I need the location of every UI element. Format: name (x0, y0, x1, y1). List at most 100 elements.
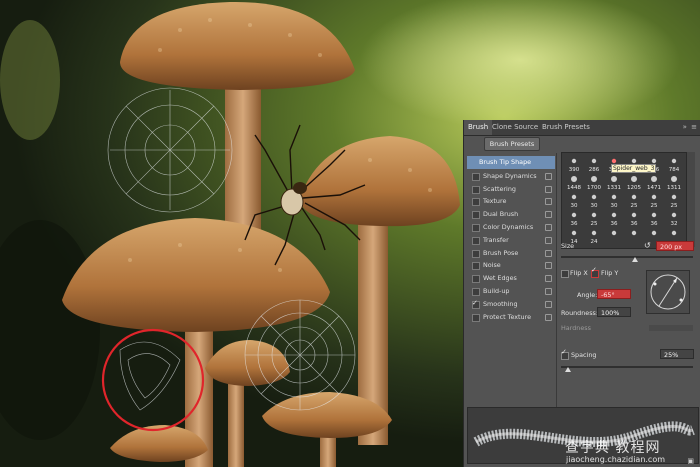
brush-thumbnail[interactable] (651, 212, 657, 218)
spacing-checkbox[interactable] (561, 348, 569, 360)
new-brush-icon[interactable]: ▣ (687, 457, 694, 465)
list-item-dual-brush[interactable]: Dual Brush (467, 208, 555, 221)
grid-scrollbar[interactable] (687, 152, 695, 247)
flip-y-checkbox[interactable] (591, 266, 599, 278)
lock-icon[interactable] (545, 249, 552, 257)
hardness-label: Hardness (561, 324, 591, 332)
checkbox[interactable] (472, 236, 480, 245)
tab-clone-source[interactable]: Clone Source (488, 120, 542, 135)
brush-thumbnail[interactable] (671, 158, 677, 164)
brush-thumbnail[interactable] (631, 176, 637, 182)
list-item-transfer[interactable]: Transfer (467, 234, 555, 247)
brush-thumbnail[interactable] (571, 176, 577, 182)
spacing-slider-handle[interactable] (564, 367, 571, 372)
list-item-brush-tip-shape[interactable]: Brush Tip Shape (467, 156, 555, 169)
brush-size-label: 390 (569, 167, 580, 173)
brush-thumbnail[interactable] (571, 158, 577, 164)
flip-x-checkbox[interactable] (561, 270, 569, 278)
brush-size-label: 36 (611, 221, 618, 227)
list-item-label: Brush Pose (483, 248, 519, 257)
checkbox[interactable] (472, 172, 480, 181)
list-item-wet-edges[interactable]: Wet Edges (467, 272, 555, 285)
brush-thumbnail[interactable] (671, 194, 677, 200)
list-item-brush-pose[interactable]: Brush Pose (467, 247, 555, 260)
list-item-build-up[interactable]: Build-up (467, 285, 555, 298)
lock-icon[interactable] (545, 262, 552, 270)
brush-thumbnail[interactable] (611, 176, 617, 182)
brush-thumbnail[interactable] (571, 194, 577, 200)
checkbox[interactable] (472, 262, 480, 271)
lock-icon[interactable] (545, 198, 552, 206)
panel-menu-icon[interactable]: » ≡ (683, 123, 698, 131)
brush-thumbnail[interactable] (671, 212, 677, 218)
brush-thumbnail[interactable] (591, 230, 597, 236)
roundness-field[interactable]: 100% (597, 307, 631, 317)
checkbox[interactable] (472, 211, 480, 220)
lock-icon[interactable] (545, 223, 552, 231)
tab-brush-presets[interactable]: Brush Presets (538, 120, 594, 135)
lock-icon[interactable] (545, 211, 552, 219)
size-field[interactable]: 200 px (656, 241, 694, 251)
checkbox[interactable] (472, 185, 480, 194)
panel-divider (556, 153, 557, 433)
brush-thumbnail[interactable] (631, 212, 637, 218)
spacing-slider[interactable] (561, 366, 693, 368)
brush-tip-grid[interactable]: 3902863512563167841448170013311205147113… (561, 152, 687, 249)
brush-thumbnail[interactable] (611, 194, 617, 200)
brush-thumbnail[interactable] (671, 230, 677, 236)
lock-icon[interactable] (545, 313, 552, 321)
list-item-scattering[interactable]: Scattering (467, 183, 555, 196)
brush-presets-button[interactable]: Brush Presets (484, 137, 540, 151)
brush-size-label: 25 (671, 203, 678, 209)
brush-thumbnail[interactable] (651, 176, 657, 182)
list-item-label: Color Dynamics (483, 222, 534, 231)
brush-thumbnail[interactable] (651, 230, 657, 236)
checkbox[interactable] (472, 198, 480, 207)
list-item-color-dynamics[interactable]: Color Dynamics (467, 221, 555, 234)
brush-thumbnail[interactable] (591, 176, 597, 182)
checkbox[interactable] (472, 287, 480, 296)
angle-field[interactable]: -65° (597, 289, 631, 299)
lock-icon[interactable] (545, 300, 552, 308)
size-slider[interactable] (561, 256, 693, 258)
list-item-protect-texture[interactable]: Protect Texture (467, 311, 555, 324)
lock-icon[interactable] (545, 185, 552, 193)
angle-roundness-widget[interactable] (646, 270, 690, 314)
brush-thumbnail[interactable] (591, 194, 597, 200)
brush-size-label: 32 (671, 221, 678, 227)
list-item-shape-dynamics[interactable]: Shape Dynamics (467, 170, 555, 183)
brush-size-label: 25 (591, 221, 598, 227)
checkbox-checked[interactable] (472, 297, 480, 310)
brush-size-label: 36 (571, 221, 578, 227)
size-slider-handle[interactable] (631, 257, 638, 262)
brush-thumbnail[interactable] (651, 194, 657, 200)
list-item-texture[interactable]: Texture (467, 195, 555, 208)
brush-size-label: 1311 (667, 185, 681, 191)
lock-icon[interactable] (545, 275, 552, 283)
lock-icon[interactable] (545, 287, 552, 295)
checkbox[interactable] (472, 223, 480, 232)
reset-size-icon[interactable]: ↺ (644, 241, 651, 250)
lock-icon[interactable] (545, 172, 552, 180)
brush-thumbnail[interactable] (651, 158, 657, 164)
brush-thumbnail[interactable] (631, 230, 637, 236)
brush-thumbnail[interactable] (611, 158, 617, 164)
brush-thumbnail[interactable] (591, 212, 597, 218)
brush-thumbnail[interactable] (611, 212, 617, 218)
brush-thumbnail[interactable] (631, 158, 637, 164)
list-item-smoothing[interactable]: Smoothing (467, 297, 555, 311)
spacing-field[interactable]: 25% (660, 349, 694, 359)
checkbox[interactable] (472, 249, 480, 258)
brush-size-label: 1471 (647, 185, 661, 191)
list-item-noise[interactable]: Noise (467, 259, 555, 272)
brush-thumbnail[interactable] (611, 230, 617, 236)
brush-thumbnail[interactable] (571, 212, 577, 218)
checkbox[interactable] (472, 313, 480, 322)
brush-thumbnail[interactable] (571, 230, 577, 236)
brush-thumbnail[interactable] (591, 158, 597, 164)
lock-icon[interactable] (545, 236, 552, 244)
watermark-url: jiaocheng.chazidian.com (566, 455, 666, 464)
brush-thumbnail[interactable] (671, 176, 677, 182)
brush-thumbnail[interactable] (631, 194, 637, 200)
checkbox[interactable] (472, 275, 480, 284)
